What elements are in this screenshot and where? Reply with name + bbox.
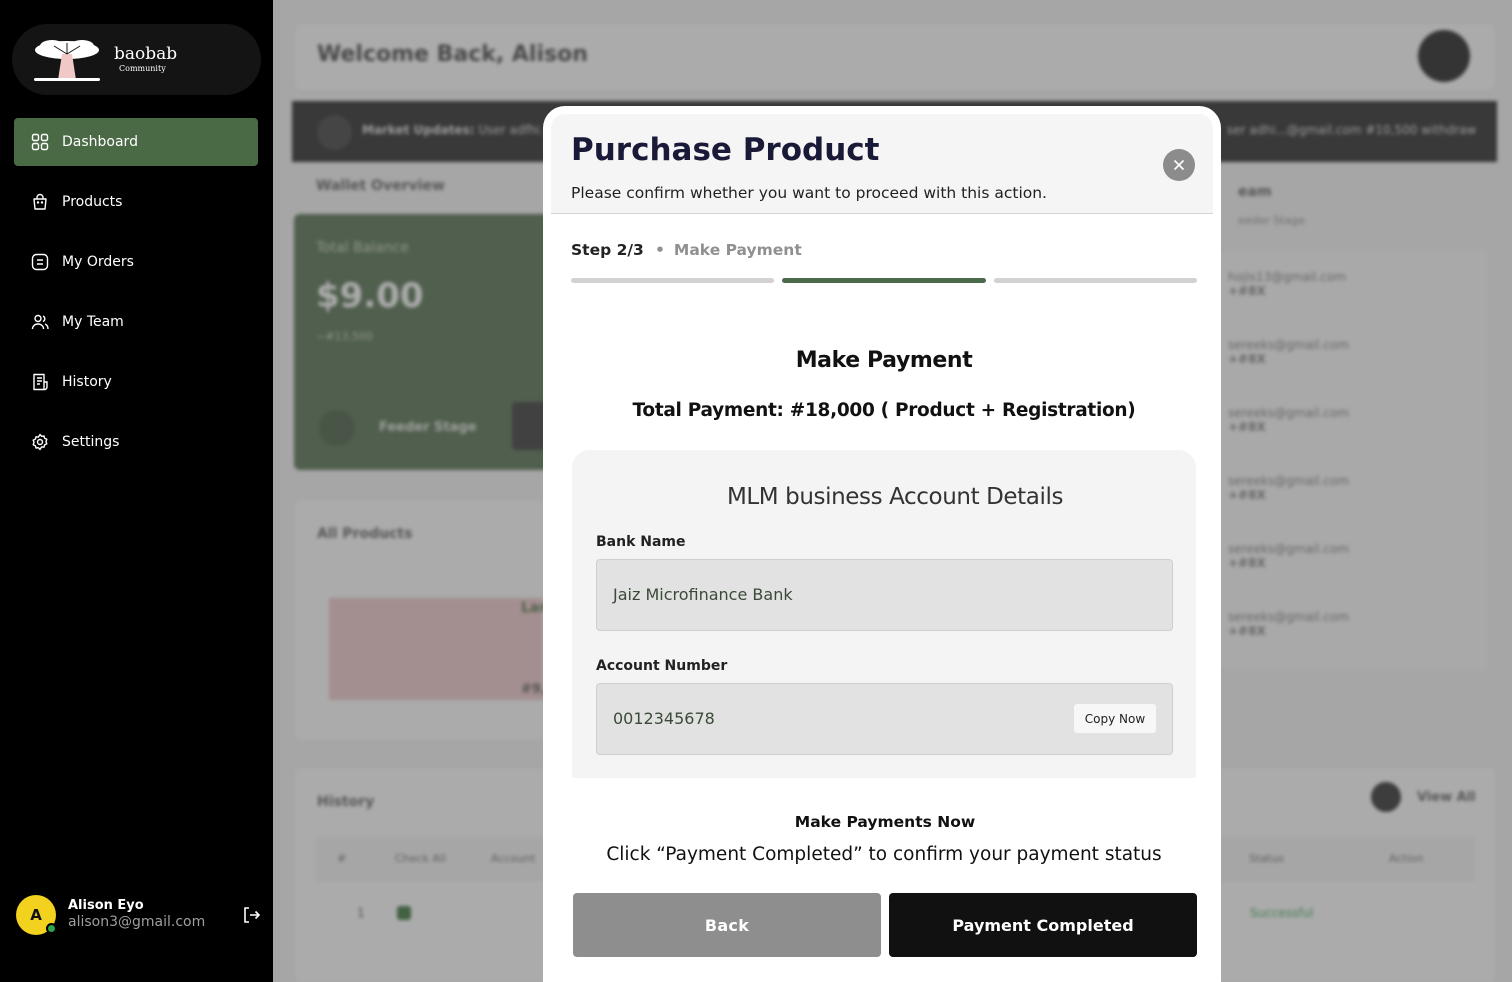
account-number-label: Account Number	[596, 658, 728, 674]
sidebar-item-label: My Team	[62, 314, 124, 330]
gear-icon	[32, 433, 48, 451]
copy-now-button[interactable]: Copy Now	[1074, 704, 1156, 733]
team-icon	[31, 314, 49, 330]
step-label-text: Make Payment	[673, 241, 802, 259]
modal-title: Purchase Product	[571, 132, 880, 168]
avatar-initial: A	[30, 906, 42, 924]
sidebar-item-my-orders[interactable]: My Orders	[14, 238, 258, 286]
step-label: Make Payment	[655, 241, 802, 259]
progress-step-3	[994, 278, 1197, 283]
online-status-dot	[46, 923, 57, 934]
make-payments-now-label: Make Payments Now	[794, 813, 976, 831]
progress-step-2	[782, 278, 986, 283]
sidebar-item-dashboard[interactable]: Dashboard	[14, 118, 258, 166]
sidebar-item-products[interactable]: Products	[14, 178, 258, 226]
brand-tagline: Community	[119, 64, 166, 73]
sidebar-item-label: History	[62, 374, 112, 390]
sidebar-item-label: Products	[62, 194, 123, 210]
account-details-card: MLM business Account Details Bank Name J…	[572, 450, 1196, 778]
user-profile: A Alison Eyo alison3@gmail.com	[16, 894, 261, 936]
sidebar-item-my-team[interactable]: My Team	[14, 298, 258, 346]
make-payment-heading: Make Payment	[795, 348, 973, 373]
account-number-value: 0012345678	[613, 709, 715, 728]
sidebar-item-settings[interactable]: Settings	[14, 418, 258, 466]
shopping-bag-icon	[33, 193, 47, 210]
sidebar-item-history[interactable]: History	[14, 358, 258, 406]
bank-name-field: Jaiz Microfinance Bank	[596, 559, 1173, 631]
account-number-field: 0012345678 Copy Now	[596, 683, 1173, 755]
payment-instructions: Click “Payment Completed” to confirm you…	[606, 844, 1162, 865]
total-payment: Total Payment: #18,000 ( Product + Regis…	[632, 400, 1136, 421]
avatar[interactable]: A	[16, 895, 57, 935]
logout-icon[interactable]	[241, 905, 261, 925]
modal-header: Purchase Product Please confirm whether …	[551, 114, 1213, 214]
brand-logo[interactable]: baobab Community	[12, 24, 261, 95]
user-email: alison3@gmail.com	[68, 914, 206, 931]
close-button[interactable]	[1163, 149, 1195, 181]
sidebar-item-label: Dashboard	[62, 134, 138, 150]
bank-name-label: Bank Name	[596, 534, 686, 550]
grid-icon	[31, 133, 49, 151]
progress-step-1	[571, 278, 774, 283]
sidebar-item-label: Settings	[62, 434, 120, 450]
orders-icon	[31, 253, 49, 271]
purchase-product-modal: Purchase Product Please confirm whether …	[543, 106, 1221, 982]
bank-name-value: Jaiz Microfinance Bank	[613, 585, 793, 604]
payment-completed-button[interactable]: Payment Completed	[889, 893, 1197, 957]
user-name: Alison Eyo	[68, 898, 144, 914]
modal-subtitle: Please confirm whether you want to proce…	[571, 184, 1047, 202]
baobab-tree-icon	[34, 39, 100, 81]
sidebar: baobab Community Dashboard Products My O…	[0, 0, 273, 982]
back-button[interactable]: Back	[573, 893, 881, 957]
sidebar-item-label: My Orders	[62, 254, 134, 270]
step-indicator: Step 2/3	[571, 241, 644, 259]
account-details-title: MLM business Account Details	[726, 484, 1064, 510]
history-icon	[33, 373, 48, 391]
close-icon	[1173, 159, 1185, 171]
brand-name: baobab	[114, 44, 178, 64]
